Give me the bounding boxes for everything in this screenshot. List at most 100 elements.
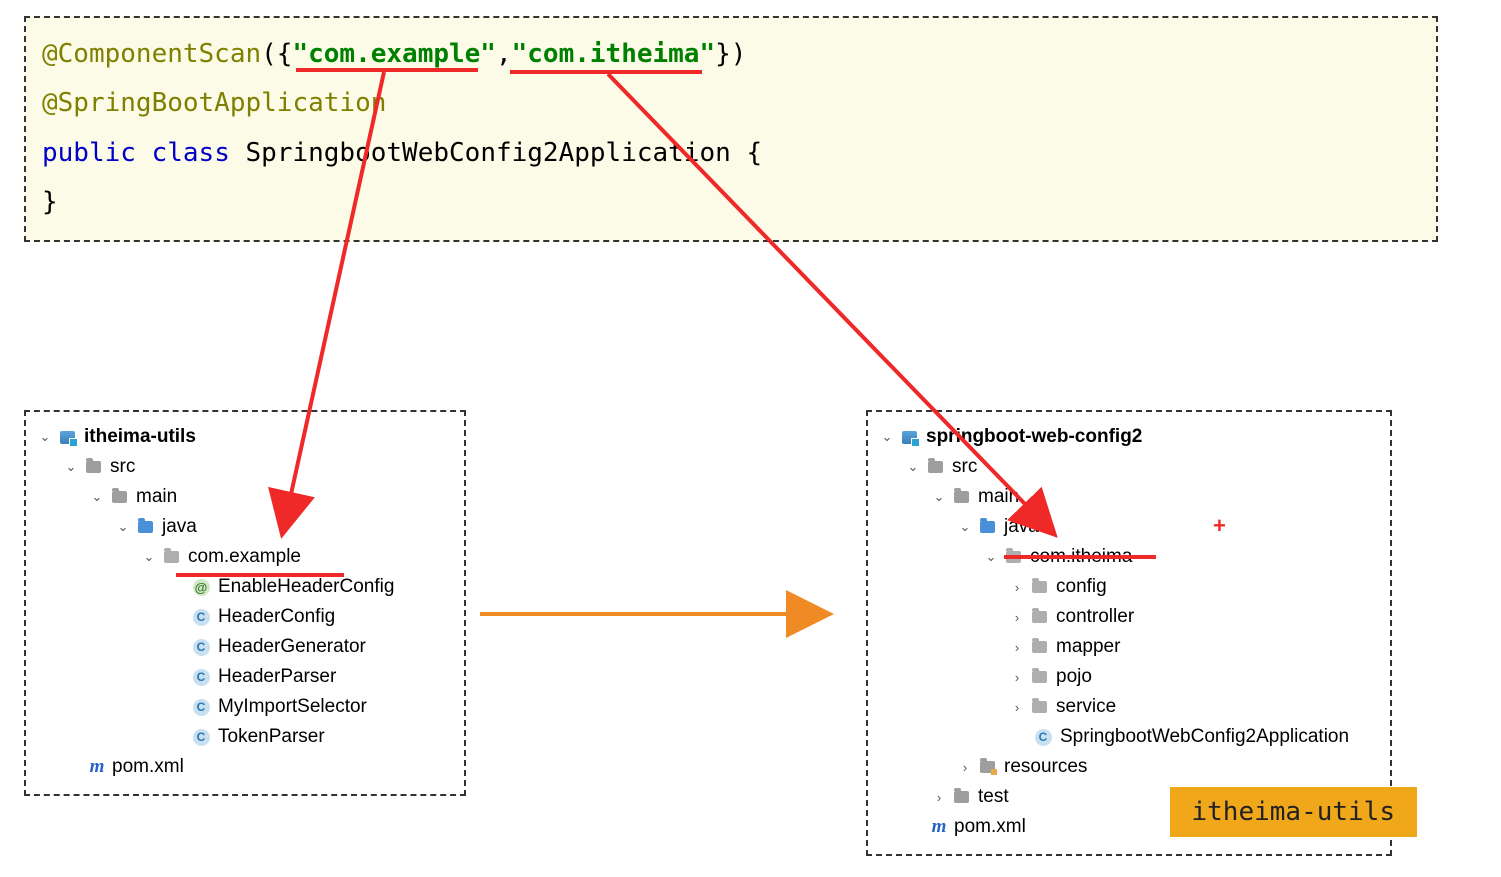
- tree-label: java: [1004, 516, 1039, 538]
- class-file-icon: C: [192, 728, 210, 746]
- tree-label: HeaderParser: [218, 666, 336, 688]
- tree-pkg-controller[interactable]: › controller: [878, 602, 1376, 632]
- source-folder-icon: [978, 518, 996, 536]
- tree-label: EnableHeaderConfig: [218, 576, 394, 598]
- tree-main[interactable]: ⌄ main: [878, 482, 1376, 512]
- source-folder-icon: [136, 518, 154, 536]
- folder-icon: [926, 458, 944, 476]
- class-file-icon: C: [192, 698, 210, 716]
- tree-pkg-config[interactable]: › config: [878, 572, 1376, 602]
- tree-label: config: [1056, 576, 1107, 598]
- annotation-springbootapp: @SpringBootApplication: [42, 88, 386, 118]
- module-icon: [58, 428, 76, 446]
- tree-label: HeaderConfig: [218, 606, 335, 628]
- module-icon: [900, 428, 918, 446]
- tree-root-springboot-web-config2[interactable]: ⌄ springboot-web-config2: [878, 422, 1376, 452]
- tree-java[interactable]: ⌄ java: [878, 512, 1376, 542]
- maven-icon: m: [930, 816, 948, 838]
- plus-marker: +: [1213, 513, 1226, 539]
- scan-pkg-1: "com.example": [292, 39, 496, 69]
- project-tree-left: ⌄ itheima-utils ⌄ src ⌄ main ⌄ java ⌄ co…: [24, 410, 466, 796]
- class-file-icon: C: [192, 638, 210, 656]
- chevron-down-icon[interactable]: ⌄: [36, 429, 54, 445]
- tree-file-myimportselector[interactable]: C MyImportSelector: [36, 692, 450, 722]
- tree-label: resources: [1004, 756, 1087, 778]
- tree-pom[interactable]: m pom.xml: [36, 752, 450, 782]
- chevron-down-icon[interactable]: ⌄: [140, 549, 158, 565]
- package-icon: [1030, 608, 1048, 626]
- tree-file-headerconfig[interactable]: C HeaderConfig: [36, 602, 450, 632]
- tree-label: mapper: [1056, 636, 1120, 658]
- tree-file-tokenparser[interactable]: C TokenParser: [36, 722, 450, 752]
- tree-pkg-service[interactable]: › service: [878, 692, 1376, 722]
- package-icon: [162, 548, 180, 566]
- tree-file-enableheaderconfig[interactable]: @ EnableHeaderConfig: [36, 572, 450, 602]
- annotation-componentscan: @ComponentScan: [42, 39, 261, 69]
- package-icon: [1004, 548, 1022, 566]
- chevron-right-icon[interactable]: ›: [1008, 580, 1026, 595]
- tree-pkg-pojo[interactable]: › pojo: [878, 662, 1376, 692]
- tree-label: TokenParser: [218, 726, 325, 748]
- chevron-right-icon[interactable]: ›: [1008, 670, 1026, 685]
- tree-pkg-mapper[interactable]: › mapper: [878, 632, 1376, 662]
- chevron-down-icon[interactable]: ⌄: [88, 489, 106, 505]
- chevron-down-icon[interactable]: ⌄: [930, 489, 948, 505]
- folder-icon: [952, 488, 970, 506]
- tree-label: itheima-utils: [84, 426, 196, 448]
- tree-label: springboot-web-config2: [926, 426, 1142, 448]
- tree-label: com.example: [188, 546, 301, 568]
- folder-icon: [110, 488, 128, 506]
- chevron-right-icon[interactable]: ›: [1008, 700, 1026, 715]
- chevron-down-icon[interactable]: ⌄: [904, 459, 922, 475]
- class-file-icon: C: [192, 668, 210, 686]
- code-line-3: public class SpringbootWebConfig2Applica…: [42, 129, 1420, 178]
- chevron-down-icon[interactable]: ⌄: [878, 429, 896, 445]
- tree-main[interactable]: ⌄ main: [36, 482, 450, 512]
- chevron-down-icon[interactable]: ⌄: [114, 519, 132, 535]
- tree-label: service: [1056, 696, 1116, 718]
- chevron-right-icon[interactable]: ›: [930, 790, 948, 805]
- code-line-4: }: [42, 178, 1420, 227]
- tree-label: main: [978, 486, 1019, 508]
- chevron-right-icon[interactable]: ›: [1008, 610, 1026, 625]
- tree-label: HeaderGenerator: [218, 636, 366, 658]
- tree-label: pom.xml: [112, 756, 184, 778]
- folder-icon: [84, 458, 102, 476]
- tree-label: com.itheima: [1030, 546, 1132, 568]
- tree-src[interactable]: ⌄ src: [36, 452, 450, 482]
- class-file-icon: C: [1034, 728, 1052, 746]
- package-icon: [1030, 698, 1048, 716]
- class-name: SpringbootWebConfig2Application: [246, 138, 731, 168]
- package-icon: [1030, 668, 1048, 686]
- tree-resources[interactable]: › resources: [878, 752, 1376, 782]
- chevron-down-icon[interactable]: ⌄: [956, 519, 974, 535]
- badge-itheima-utils: itheima-utils: [1170, 787, 1418, 837]
- maven-icon: m: [88, 756, 106, 778]
- tree-java[interactable]: ⌄ java: [36, 512, 450, 542]
- tree-label: controller: [1056, 606, 1134, 628]
- chevron-right-icon[interactable]: ›: [1008, 640, 1026, 655]
- tree-src[interactable]: ⌄ src: [878, 452, 1376, 482]
- tree-file-app[interactable]: C SpringbootWebConfig2Application: [878, 722, 1376, 752]
- chevron-right-icon[interactable]: ›: [956, 760, 974, 775]
- code-line-1: @ComponentScan({"com.example","com.ithei…: [42, 30, 1420, 79]
- tree-label: java: [162, 516, 197, 538]
- tree-label: MyImportSelector: [218, 696, 367, 718]
- code-line-2: @SpringBootApplication: [42, 79, 1420, 128]
- chevron-down-icon[interactable]: ⌄: [62, 459, 80, 475]
- annotation-file-icon: @: [192, 578, 210, 596]
- tree-pkg-com-example[interactable]: ⌄ com.example: [36, 542, 450, 572]
- code-snippet: @ComponentScan({"com.example","com.ithei…: [24, 16, 1438, 242]
- class-file-icon: C: [192, 608, 210, 626]
- resources-folder-icon: [978, 758, 996, 776]
- tree-file-headergenerator[interactable]: C HeaderGenerator: [36, 632, 450, 662]
- tree-label: src: [110, 456, 135, 478]
- tree-file-headerparser[interactable]: C HeaderParser: [36, 662, 450, 692]
- tree-label: pom.xml: [954, 816, 1026, 838]
- tree-root-itheima-utils[interactable]: ⌄ itheima-utils: [36, 422, 450, 452]
- tree-label: src: [952, 456, 977, 478]
- tree-label: test: [978, 786, 1009, 808]
- package-icon: [1030, 578, 1048, 596]
- tree-pkg-com-itheima[interactable]: ⌄ com.itheima: [878, 542, 1376, 572]
- chevron-down-icon[interactable]: ⌄: [982, 549, 1000, 565]
